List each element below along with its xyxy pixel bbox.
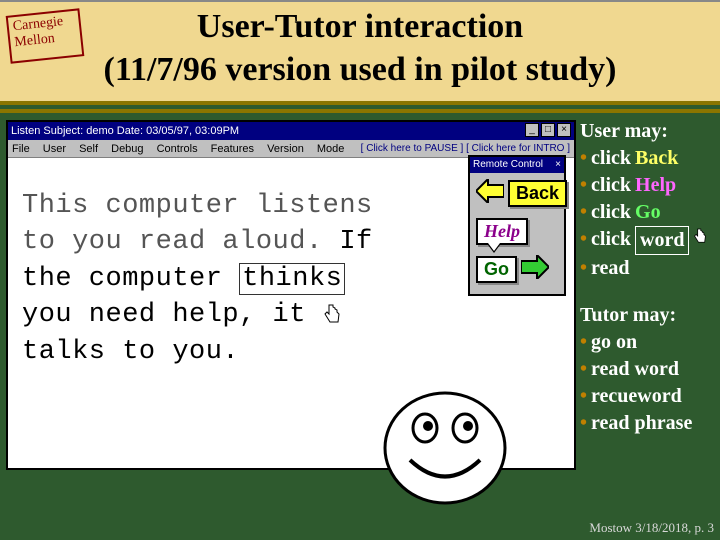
remote-body: Back Help Go — [470, 173, 564, 294]
help-button[interactable]: Help — [476, 218, 528, 245]
remote-go-row: Go — [476, 255, 558, 284]
title-line2: (11/7/96 version used in pilot study) — [104, 51, 617, 88]
remote-title-text: Remote Control — [473, 157, 543, 173]
reading-frag-2: to you read aloud. — [22, 227, 323, 257]
user-may-heading: User may: — [580, 118, 720, 145]
reading-word-if: If — [339, 227, 372, 257]
bullet-click-go: •clickGo — [580, 199, 720, 226]
menu-user[interactable]: User — [43, 143, 66, 155]
reading-frag-5: talks to you. — [22, 337, 239, 367]
maximize-button[interactable]: □ — [541, 123, 555, 137]
arrow-left-icon — [476, 179, 504, 208]
bullet-read-word: •read word — [580, 356, 720, 383]
reading-frag-1: This computer listens — [22, 191, 373, 221]
menu-self[interactable]: Self — [79, 143, 98, 155]
intro-link[interactable]: [ Click here for INTRO ] — [466, 143, 570, 154]
tutor-may-block: Tutor may: •go on •read word •recueword … — [580, 302, 720, 437]
go-button[interactable]: Go — [476, 256, 517, 283]
window-buttons: _ □ × — [525, 122, 571, 140]
smiley-face-icon — [380, 388, 510, 508]
pause-link[interactable]: [ Click here to PAUSE ] — [361, 143, 464, 154]
menu-version[interactable]: Version — [267, 143, 304, 155]
bullet-read-phrase: •read phrase — [580, 410, 720, 437]
arrow-right-icon — [521, 255, 549, 284]
slide-header: Carnegie Mellon User-Tutor interaction (… — [0, 0, 720, 105]
cursor-hand-icon-small — [693, 226, 707, 255]
menubar-left: File User Self Debug Controls Features V… — [12, 140, 354, 157]
bullet-click-back: •clickBack — [580, 145, 720, 172]
menu-mode[interactable]: Mode — [317, 143, 345, 155]
bullet-go-on: •go on — [580, 329, 720, 356]
reading-frag-3: the computer — [22, 264, 222, 294]
bullet-click-word: •clickword — [580, 226, 720, 255]
slide-footer: Mostow 3/18/2018, p. 3 — [589, 521, 714, 534]
menu-controls[interactable]: Controls — [157, 143, 198, 155]
close-button[interactable]: × — [557, 123, 571, 137]
minimize-button[interactable]: _ — [525, 123, 539, 137]
back-button[interactable]: Back — [508, 180, 567, 207]
reading-thinks-highlighted[interactable]: thinks — [239, 263, 345, 295]
slide-title: User-Tutor interaction (11/7/96 version … — [0, 6, 720, 91]
remote-help-row: Help — [476, 218, 558, 245]
right-column: User may: •clickBack •clickHelp •clickGo… — [580, 118, 720, 437]
remote-close-icon[interactable]: × — [555, 157, 561, 173]
menu-features[interactable]: Features — [211, 143, 254, 155]
menu-debug[interactable]: Debug — [111, 143, 143, 155]
titlebar-text: Listen Subject: demo Date: 03/05/97, 03:… — [11, 122, 239, 140]
cursor-hand-icon — [323, 303, 341, 325]
title-line1: User-Tutor interaction — [197, 8, 523, 45]
bullet-click-help: •clickHelp — [580, 172, 720, 199]
bullet-read: •read — [580, 255, 720, 282]
remote-control-panel: Remote Control × Back Help Go — [468, 155, 566, 296]
remote-back-row: Back — [476, 179, 558, 208]
bullet-recue-word: •recueword — [580, 383, 720, 410]
menu-file[interactable]: File — [12, 143, 30, 155]
reading-text[interactable]: This computer listens to you read aloud.… — [22, 188, 452, 370]
window-titlebar: Listen Subject: demo Date: 03/05/97, 03:… — [8, 122, 574, 140]
remote-titlebar: Remote Control × — [470, 157, 564, 173]
reading-frag-4: you need help, it — [22, 300, 306, 330]
tutor-may-heading: Tutor may: — [580, 302, 720, 329]
